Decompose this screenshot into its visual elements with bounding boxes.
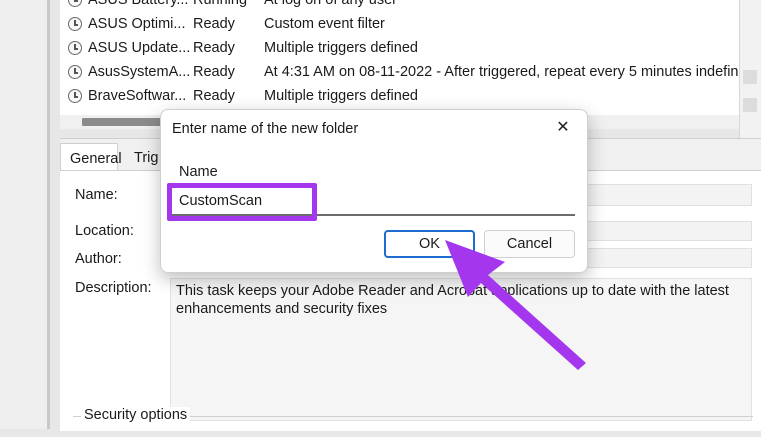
task-name: ASUS Update... bbox=[88, 40, 191, 56]
dialog-title: Enter name of the new folder bbox=[172, 121, 359, 137]
security-options-label: Security options bbox=[81, 407, 191, 423]
clock-icon bbox=[68, 41, 82, 55]
name-label: Name: bbox=[75, 187, 118, 203]
clock-icon bbox=[68, 0, 82, 7]
task-name: ASUS Battery... bbox=[88, 0, 189, 8]
task-name: AsusSystemA... bbox=[88, 64, 191, 80]
task-trigger: At log on of any user bbox=[264, 0, 397, 8]
folder-name-label: Name bbox=[179, 164, 218, 180]
author-label: Author: bbox=[75, 251, 122, 267]
location-label: Location: bbox=[75, 223, 134, 239]
clock-icon bbox=[68, 17, 82, 31]
tab-label: General bbox=[70, 151, 122, 167]
task-row[interactable]: ASUS Update... Ready Multiple triggers d… bbox=[60, 37, 739, 61]
scrollbar-thumb[interactable] bbox=[82, 118, 162, 126]
close-icon: ✕ bbox=[556, 119, 570, 136]
clock-icon bbox=[68, 89, 82, 103]
splitter[interactable] bbox=[47, 0, 50, 429]
scroll-button[interactable] bbox=[743, 70, 757, 84]
task-row[interactable]: BraveSoftwar... Ready Multiple triggers … bbox=[60, 85, 739, 109]
task-name: ASUS Optimi... bbox=[88, 16, 186, 32]
task-status: Ready bbox=[193, 40, 235, 56]
description-label: Description: bbox=[75, 280, 152, 296]
task-status: Running bbox=[193, 0, 248, 8]
description-text: This task keeps your Adobe Reader and Ac… bbox=[176, 283, 729, 317]
highlight-box bbox=[167, 183, 317, 221]
task-row[interactable]: AsusSystemA... Ready At 4:31 AM on 08-11… bbox=[60, 61, 754, 85]
tab-general[interactable]: General bbox=[60, 143, 122, 171]
task-status: Ready bbox=[193, 64, 235, 80]
ok-button[interactable]: OK bbox=[384, 230, 475, 258]
task-row[interactable]: ASUS Optimi... Ready Custom event filter bbox=[60, 13, 739, 37]
tab-triggers[interactable]: Trig bbox=[134, 150, 158, 166]
task-name: BraveSoftwar... bbox=[88, 88, 187, 104]
left-sidebar-strip bbox=[0, 0, 47, 429]
close-button[interactable]: ✕ bbox=[554, 119, 572, 137]
scroll-button[interactable] bbox=[743, 98, 757, 112]
task-trigger: Custom event filter bbox=[264, 16, 385, 32]
task-trigger: Multiple triggers defined bbox=[264, 88, 418, 104]
task-row[interactable]: ASUS Battery... Running At log on of any… bbox=[60, 0, 739, 13]
new-folder-dialog: Enter name of the new folder ✕ Name Cust… bbox=[160, 109, 588, 273]
cancel-button[interactable]: Cancel bbox=[484, 230, 575, 258]
vertical-scrollbar[interactable] bbox=[739, 0, 761, 140]
task-status: Ready bbox=[193, 88, 235, 104]
task-trigger: Multiple triggers defined bbox=[264, 40, 418, 56]
task-status: Ready bbox=[193, 16, 235, 32]
clock-icon bbox=[68, 65, 82, 79]
task-trigger: At 4:31 AM on 08-11-2022 - After trigger… bbox=[264, 64, 754, 80]
description-field[interactable]: This task keeps your Adobe Reader and Ac… bbox=[170, 278, 752, 421]
